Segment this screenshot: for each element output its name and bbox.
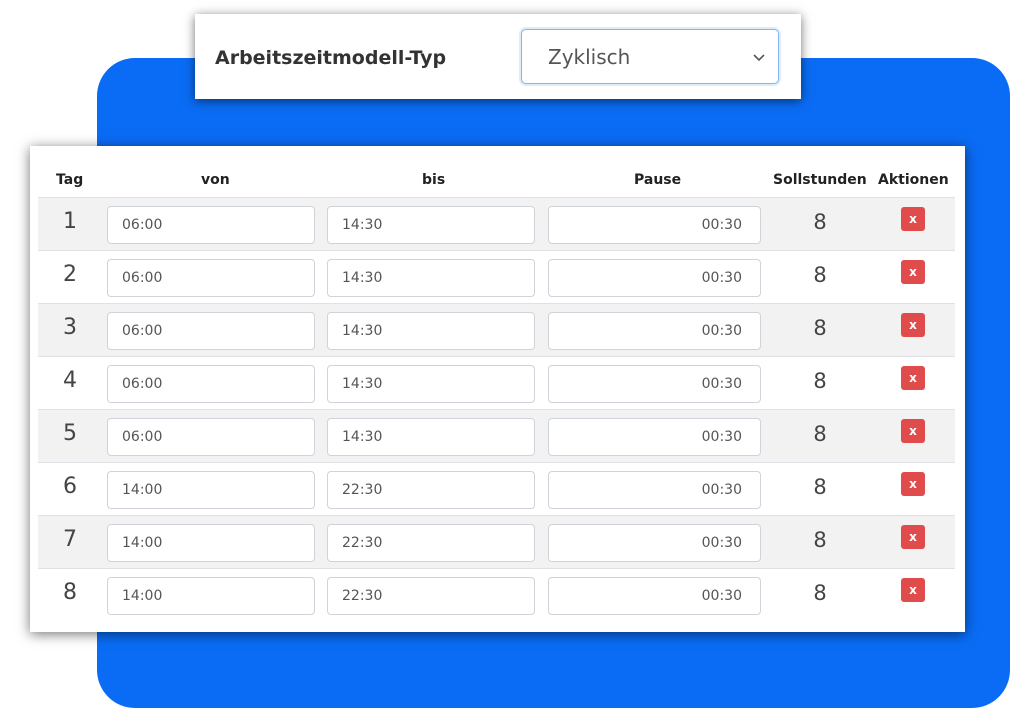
start-time-input[interactable]	[107, 206, 315, 244]
day-number: 5	[63, 421, 77, 446]
table-row: 1 8 x	[38, 197, 955, 250]
start-time-input[interactable]	[107, 524, 315, 562]
end-time-input[interactable]	[327, 365, 535, 403]
table-row: 3 8 x	[38, 303, 955, 356]
delete-row-button[interactable]: x	[901, 419, 925, 443]
header-tag: Tag	[56, 172, 84, 188]
model-type-select[interactable]: Zyklisch	[521, 29, 779, 84]
header-sollstunden: Sollstunden	[773, 172, 867, 188]
delete-row-button[interactable]: x	[901, 207, 925, 231]
end-time-input[interactable]	[327, 577, 535, 615]
start-time-input[interactable]	[107, 365, 315, 403]
target-hours: 8	[813, 528, 827, 552]
pause-input[interactable]	[548, 471, 761, 509]
day-number: 2	[63, 262, 77, 287]
delete-row-button[interactable]: x	[901, 313, 925, 337]
pause-input[interactable]	[548, 418, 761, 456]
end-time-input[interactable]	[327, 524, 535, 562]
day-number: 6	[63, 474, 77, 499]
stage: Arbeitszeitmodell-Typ Zyklisch Tag von b…	[0, 0, 1030, 720]
table-row: 7 8 x	[38, 515, 955, 568]
shift-table: Tag von bis Pause Sollstunden Aktionen 1…	[30, 146, 965, 632]
delete-row-button[interactable]: x	[901, 366, 925, 390]
start-time-input[interactable]	[107, 418, 315, 456]
day-number: 8	[63, 580, 77, 605]
start-time-input[interactable]	[107, 577, 315, 615]
end-time-input[interactable]	[327, 259, 535, 297]
table-row: 4 8 x	[38, 356, 955, 409]
start-time-input[interactable]	[107, 259, 315, 297]
pause-input[interactable]	[548, 365, 761, 403]
model-type-panel: Arbeitszeitmodell-Typ Zyklisch	[195, 14, 801, 99]
delete-row-button[interactable]: x	[901, 578, 925, 602]
end-time-input[interactable]	[327, 418, 535, 456]
table-row: 8 8 x	[38, 568, 955, 621]
target-hours: 8	[813, 475, 827, 499]
target-hours: 8	[813, 369, 827, 393]
start-time-input[interactable]	[107, 312, 315, 350]
header-pause: Pause	[634, 172, 682, 188]
target-hours: 8	[813, 263, 827, 287]
target-hours: 8	[813, 210, 827, 234]
pause-input[interactable]	[548, 577, 761, 615]
day-number: 4	[63, 368, 77, 393]
table-row: 6 8 x	[38, 462, 955, 515]
target-hours: 8	[813, 422, 827, 446]
header-von: von	[201, 172, 230, 188]
pause-input[interactable]	[548, 524, 761, 562]
model-type-select-value: Zyklisch	[548, 45, 631, 69]
delete-row-button[interactable]: x	[901, 525, 925, 549]
header-bis: bis	[422, 172, 446, 188]
pause-input[interactable]	[548, 259, 761, 297]
target-hours: 8	[813, 316, 827, 340]
day-number: 7	[63, 527, 77, 552]
end-time-input[interactable]	[327, 471, 535, 509]
target-hours: 8	[813, 581, 827, 605]
table-row: 2 8 x	[38, 250, 955, 303]
pause-input[interactable]	[548, 206, 761, 244]
day-number: 1	[63, 209, 77, 234]
end-time-input[interactable]	[327, 206, 535, 244]
end-time-input[interactable]	[327, 312, 535, 350]
header-aktionen: Aktionen	[878, 172, 949, 188]
start-time-input[interactable]	[107, 471, 315, 509]
table-header: Tag von bis Pause Sollstunden Aktionen	[38, 146, 955, 199]
chevron-down-icon	[753, 54, 765, 62]
table-row: 5 8 x	[38, 409, 955, 462]
pause-input[interactable]	[548, 312, 761, 350]
delete-row-button[interactable]: x	[901, 472, 925, 496]
delete-row-button[interactable]: x	[901, 260, 925, 284]
model-type-label: Arbeitszeitmodell-Typ	[215, 47, 447, 69]
day-number: 3	[63, 315, 77, 340]
